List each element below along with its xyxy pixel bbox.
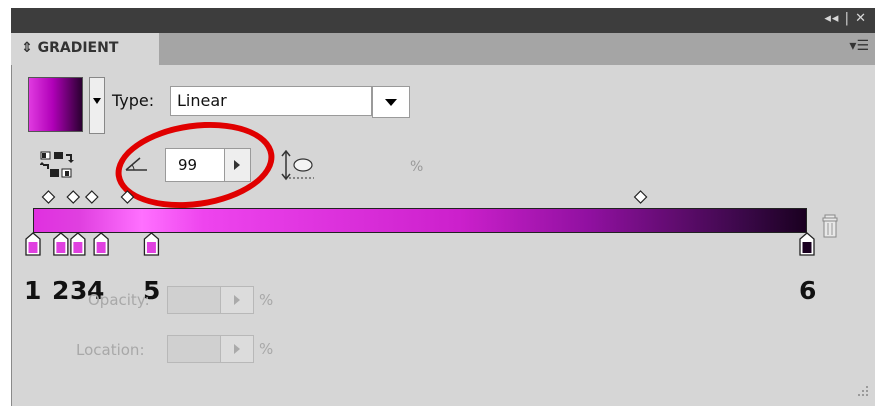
location-label: Location: — [76, 341, 145, 359]
tab-gradient-label: GRADIENT — [37, 40, 119, 56]
gradient-slider-bar[interactable] — [33, 208, 807, 233]
panel-menu-icon[interactable]: ▾☰ — [849, 38, 869, 54]
reverse-gradient-icon[interactable] — [40, 151, 74, 179]
swatch-dropdown-button[interactable] — [89, 77, 105, 134]
sort-arrows-icon: ⇕ — [21, 40, 33, 56]
panel-border — [11, 65, 12, 406]
location-unit: % — [259, 340, 274, 358]
chevron-down-icon — [93, 98, 101, 104]
midpoint-diamond[interactable] — [633, 190, 648, 204]
type-select[interactable]: Linear — [170, 86, 372, 116]
chevron-right-icon — [234, 344, 240, 354]
chevron-down-icon — [385, 99, 397, 106]
type-value: Linear — [177, 91, 227, 110]
opacity-unit: % — [259, 291, 274, 309]
color-stop[interactable] — [70, 232, 86, 256]
color-stop[interactable] — [53, 232, 69, 256]
stop-label: 3 — [70, 276, 88, 305]
trash-icon[interactable] — [821, 214, 841, 240]
chevron-right-icon — [234, 295, 240, 305]
resize-grip-icon[interactable] — [856, 384, 870, 398]
opacity-dropdown-button[interactable] — [220, 286, 254, 314]
stop-label: 6 — [799, 276, 817, 305]
type-dropdown-button[interactable] — [372, 86, 410, 118]
color-stop[interactable] — [93, 232, 109, 256]
color-stop[interactable] — [143, 232, 160, 256]
opacity-label: Opacity: — [88, 291, 150, 309]
location-field[interactable] — [167, 335, 221, 363]
type-label: Type: — [112, 91, 155, 110]
aspect-ratio-icon — [281, 150, 314, 181]
opacity-field[interactable] — [167, 286, 221, 314]
stop-label: 1 — [24, 276, 42, 305]
collapse-close-controls[interactable]: ◂◂ | ✕ — [824, 11, 867, 26]
midpoint-diamond[interactable] — [120, 190, 135, 204]
tab-gradient[interactable]: ⇕ GRADIENT — [11, 33, 159, 65]
panel-titlebar: ◂◂ | ✕ — [11, 8, 875, 33]
aspect-unit: % — [410, 159, 424, 175]
location-dropdown-button[interactable] — [220, 335, 254, 363]
midpoint-diamond[interactable] — [66, 190, 81, 204]
gradient-swatch[interactable] — [28, 77, 83, 132]
color-stop[interactable] — [799, 232, 815, 256]
gradient-stops[interactable] — [20, 232, 820, 258]
midpoint-diamond[interactable] — [84, 190, 99, 204]
color-stop[interactable] — [25, 232, 41, 256]
midpoint-diamond[interactable] — [41, 190, 56, 204]
stop-label: 2 — [52, 276, 70, 305]
gradient-midpoints[interactable] — [30, 188, 820, 208]
